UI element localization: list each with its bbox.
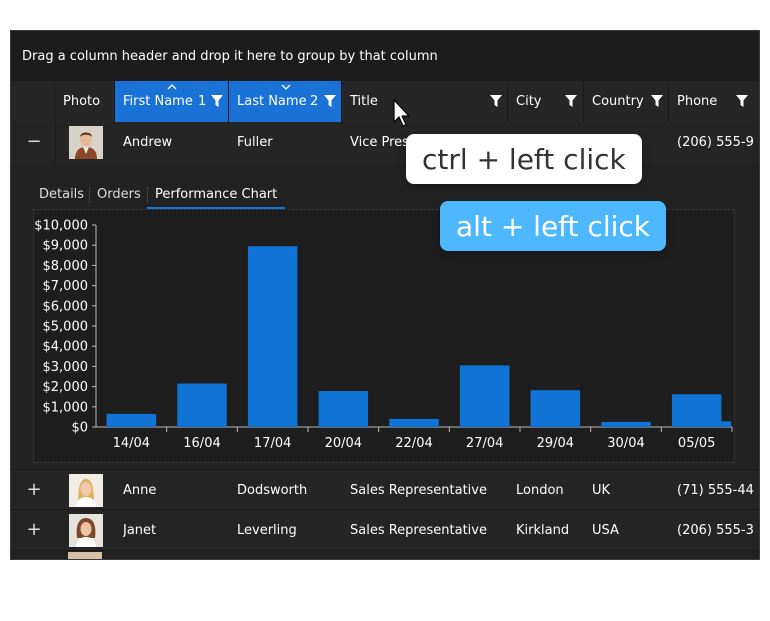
- country-cell: USA: [592, 523, 619, 538]
- chart-bar: [707, 421, 732, 427]
- header-expander-column: [11, 81, 55, 122]
- chart-bar: [318, 391, 369, 427]
- column-header-row: Photo First Name 1 Last Name 2 Title Cit…: [11, 81, 759, 122]
- header-phone[interactable]: Phone: [669, 81, 759, 122]
- table-row[interactable]: − Andrew Fuller Vice Pres (206) 555-9: [11, 122, 759, 163]
- y-tick-label: $2,000: [43, 380, 89, 395]
- chart-bar: [389, 418, 439, 427]
- header-city[interactable]: City: [508, 81, 584, 122]
- tab-performance-chart[interactable]: Performance Chart: [147, 183, 286, 209]
- x-tick-label: 27/04: [466, 436, 503, 451]
- filter-icon[interactable]: [323, 94, 337, 108]
- group-panel[interactable]: Drag a column header and drop it here to…: [11, 31, 759, 81]
- sort-ascending-icon: [167, 84, 177, 90]
- filter-icon[interactable]: [489, 94, 503, 108]
- chart-bar: [247, 246, 298, 427]
- ctrl-click-hint: ctrl + left click: [406, 134, 642, 184]
- y-tick-label: $7,000: [43, 279, 89, 294]
- table-row[interactable]: + Janet Leverling Sales Representative K…: [11, 510, 759, 551]
- y-tick-label: $9,000: [43, 239, 89, 254]
- header-title[interactable]: Title: [342, 81, 508, 122]
- x-tick-label: 30/04: [607, 436, 644, 451]
- tab-orders[interactable]: Orders: [89, 183, 149, 207]
- employee-photo: [68, 552, 102, 559]
- chart-bar: [530, 390, 581, 427]
- title-cell: Sales Representative: [350, 483, 487, 498]
- y-tick-label: $4,000: [43, 340, 89, 355]
- tab-details[interactable]: Details: [31, 183, 92, 207]
- last-name-cell: Fuller: [237, 135, 273, 150]
- x-tick-label: 20/04: [325, 436, 362, 451]
- data-grid: Drag a column header and drop it here to…: [10, 30, 760, 560]
- phone-cell: (206) 555-9: [677, 135, 754, 150]
- chart-bar: [601, 421, 651, 427]
- phone-cell: (206) 555-3: [677, 523, 754, 538]
- header-last-name[interactable]: Last Name 2: [229, 81, 342, 122]
- phone-cell: (71) 555-44: [677, 483, 754, 498]
- first-name-cell: Andrew: [123, 135, 173, 150]
- header-country[interactable]: Country: [584, 81, 669, 122]
- chart-bar: [459, 365, 510, 427]
- header-city-label: City: [516, 94, 542, 109]
- x-tick-label: 29/04: [537, 436, 574, 451]
- header-photo-label: Photo: [63, 94, 101, 109]
- last-name-cell: Leverling: [237, 523, 297, 538]
- y-tick-label: $0: [71, 421, 88, 436]
- header-title-label: Title: [350, 94, 378, 109]
- first-name-cell: Anne: [123, 483, 157, 498]
- filter-icon[interactable]: [735, 94, 749, 108]
- first-name-cell: Janet: [123, 523, 157, 538]
- expand-row-button[interactable]: +: [25, 480, 43, 500]
- chart-bar: [106, 413, 157, 427]
- x-tick-label: 05/05: [678, 436, 715, 451]
- y-tick-label: $10,000: [34, 219, 88, 234]
- mouse-cursor-icon: [393, 99, 410, 127]
- filter-icon[interactable]: [650, 94, 664, 108]
- title-cell: Sales Representative: [350, 523, 487, 538]
- filter-icon[interactable]: [210, 94, 224, 108]
- y-tick-label: $8,000: [43, 259, 89, 274]
- alt-click-hint: alt + left click: [440, 201, 666, 251]
- x-tick-label: 22/04: [395, 436, 432, 451]
- column-divider: [55, 122, 56, 163]
- sort-index-badge: 1: [198, 94, 207, 109]
- header-photo[interactable]: Photo: [55, 81, 115, 122]
- header-country-label: Country: [592, 94, 644, 109]
- filter-icon[interactable]: [564, 94, 578, 108]
- y-tick-label: $6,000: [43, 299, 89, 314]
- header-first-name-label: First Name: [123, 94, 193, 109]
- city-cell: London: [516, 483, 564, 498]
- city-cell: Kirkland: [516, 523, 570, 538]
- expand-row-button[interactable]: +: [25, 520, 43, 540]
- collapse-row-button[interactable]: −: [25, 132, 43, 152]
- sort-descending-icon: [281, 84, 291, 90]
- chart-bar: [177, 383, 227, 427]
- table-row[interactable]: + Anne Dodsworth Sales Representative Lo…: [11, 469, 759, 510]
- x-tick-label: 16/04: [183, 436, 220, 451]
- y-tick-label: $5,000: [43, 320, 89, 335]
- employee-photo: [69, 474, 103, 507]
- header-phone-label: Phone: [677, 94, 718, 109]
- header-last-name-label: Last Name: [237, 94, 307, 109]
- x-tick-label: 14/04: [113, 436, 150, 451]
- header-first-name[interactable]: First Name 1: [115, 81, 229, 122]
- employee-photo: [69, 514, 103, 547]
- y-tick-label: $1,000: [43, 400, 89, 415]
- employee-photo: [69, 126, 103, 159]
- y-tick-label: $3,000: [43, 360, 89, 375]
- x-tick-label: 17/04: [254, 436, 291, 451]
- last-name-cell: Dodsworth: [237, 483, 308, 498]
- sort-index-badge: 2: [310, 94, 319, 109]
- country-cell: UK: [592, 483, 611, 498]
